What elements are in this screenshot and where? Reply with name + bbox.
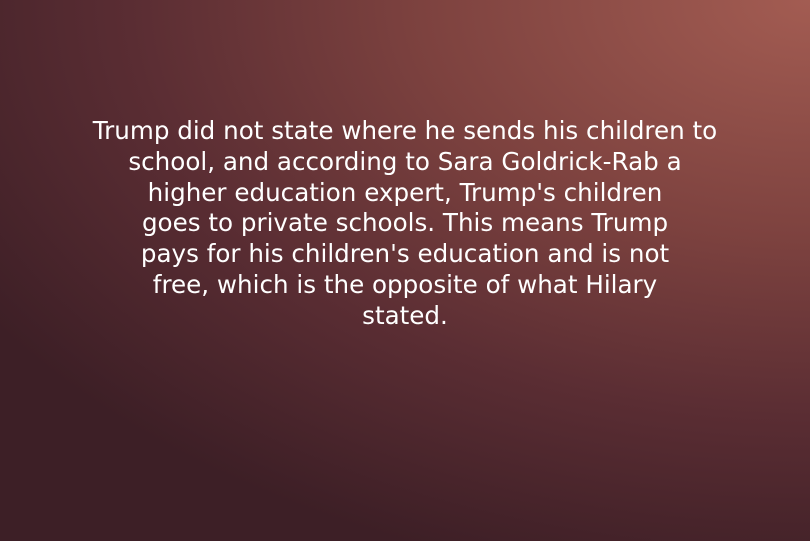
slide-caption: Trump did not state where he sends his c… xyxy=(92,116,718,330)
slide-background: Trump did not state where he sends his c… xyxy=(0,0,810,541)
